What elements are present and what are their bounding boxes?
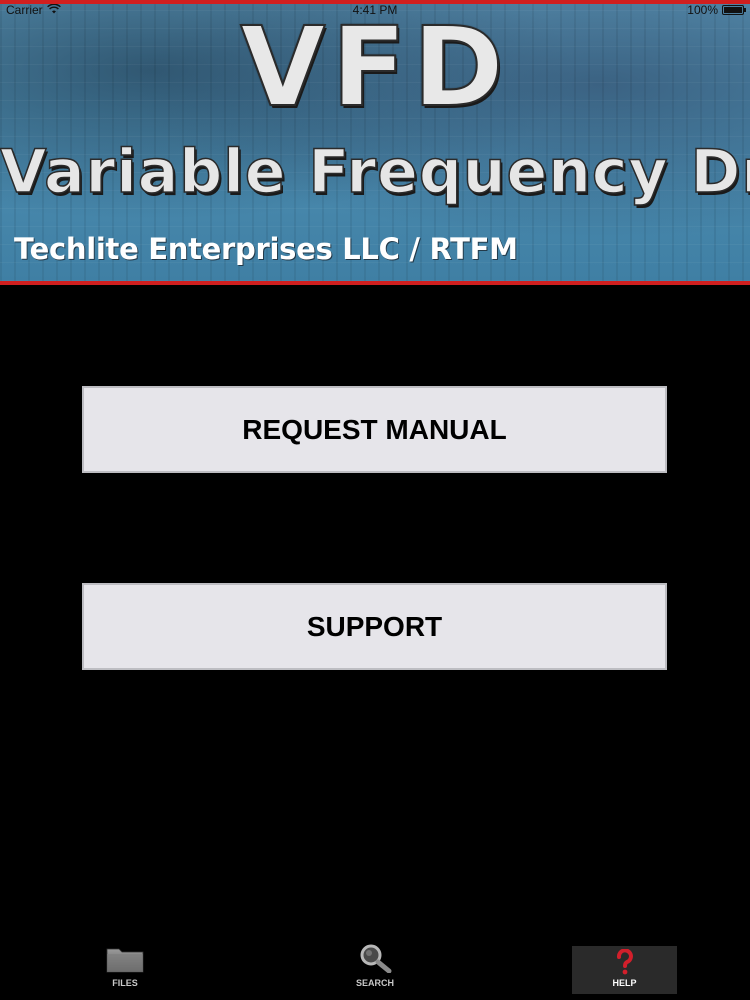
- banner-subtitle: Variable Frequency Drive: [0, 137, 750, 207]
- tab-files[interactable]: FILES: [95, 940, 155, 1000]
- question-mark-icon: [615, 948, 635, 977]
- folder-icon: [106, 945, 144, 975]
- support-button[interactable]: SUPPORT: [82, 583, 667, 670]
- tab-search-label: SEARCH: [355, 978, 394, 988]
- tab-files-label: FILES: [112, 978, 138, 988]
- tab-help-label: HELP: [612, 978, 637, 988]
- clock: 4:41 PM: [352, 3, 398, 17]
- header-banner: VFD Variable Frequency Drive Techlite En…: [0, 0, 750, 285]
- tab-help[interactable]: HELP: [572, 946, 677, 994]
- request-manual-button[interactable]: REQUEST MANUAL: [82, 386, 667, 473]
- battery-info: 100%: [687, 3, 746, 17]
- battery-icon: [722, 5, 746, 15]
- banner-title: VFD: [239, 3, 510, 131]
- banner-company: Techlite Enterprises LLC / RTFM: [14, 232, 518, 266]
- status-bar: Carrier 4:41 PM 100%: [0, 0, 750, 20]
- battery-percent: 100%: [687, 3, 718, 17]
- magnifier-icon: [358, 943, 392, 975]
- tab-search[interactable]: SEARCH: [345, 940, 405, 1000]
- tab-bar: FILES SEARCH HELP: [0, 940, 750, 1000]
